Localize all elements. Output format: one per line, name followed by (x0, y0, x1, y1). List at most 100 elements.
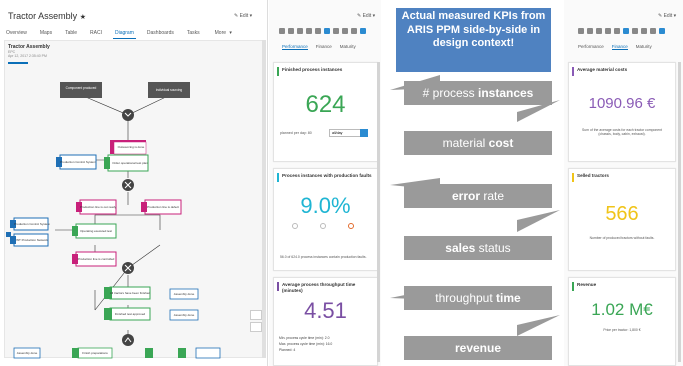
kpi-title: Finished process instances (282, 67, 343, 72)
headline-box: Actual measured KPIs from ARIS PPM side-… (396, 8, 551, 72)
kpi-note: Price per tractor: 1,800 € (603, 328, 641, 332)
kpi-title: Average process throughput time (minutes… (282, 282, 356, 293)
event-label: Component produced (66, 86, 97, 90)
annotation-arrows (390, 75, 560, 336)
tab-maturity[interactable]: Maturity (340, 44, 356, 50)
svg-text:Production Control System: Production Control System (60, 160, 96, 164)
svg-text:Production line is controlled: Production line is controlled (78, 257, 115, 261)
svg-text:Outsourcing is done: Outsourcing is done (118, 145, 145, 149)
tab-performance[interactable]: Performance (282, 44, 308, 50)
chart-icon[interactable] (324, 28, 330, 34)
diagram-scrollbar[interactable] (262, 40, 266, 358)
svg-text:Assembly done: Assembly done (17, 351, 38, 355)
smiley-neutral-icon (320, 223, 326, 229)
kpi-title: Revenue (577, 282, 597, 287)
download-icon[interactable] (596, 28, 602, 34)
kpi-card-revenue: Revenue 1.02 M€ Price per tractor: 1,800… (568, 277, 676, 366)
svg-text:WT Production Network: WT Production Network (16, 238, 48, 242)
event-label: Individual sourcing (156, 88, 183, 92)
kpi-card-material-costs: Average material costs 1090.96 € Sum of … (568, 62, 676, 162)
mid-scrollbar[interactable] (377, 62, 380, 362)
svg-text:Assembly done: Assembly done (174, 313, 195, 317)
svg-text:Order operational test plan: Order operational test plan (112, 161, 148, 165)
kpi-color-bar (277, 173, 279, 182)
filter-icon[interactable] (315, 28, 321, 34)
list-icon[interactable] (351, 28, 357, 34)
kpi-details: Min. process cycle time (min): 2.0 Max. … (279, 336, 333, 352)
filter-icon[interactable] (614, 28, 620, 34)
headline-text: Actual measured KPIs from ARIS PPM side-… (401, 10, 546, 49)
and-connector-2 (122, 334, 134, 346)
dropdown-button[interactable] (360, 129, 368, 137)
epc-diagram: Component produced Individual sourcing O… (6, 82, 221, 359)
zoom-out-button[interactable] (250, 322, 262, 332)
table-icon[interactable] (632, 28, 638, 34)
edit-menu-mid[interactable]: ✎ Edit ▾ (357, 13, 375, 19)
kpi-color-bar (572, 173, 574, 182)
export-icon[interactable] (342, 28, 348, 34)
kpi-title: Process instances with production faults (282, 173, 372, 178)
smiley-bad-icon (348, 223, 354, 229)
svg-text:Production line is defect: Production line is defect (147, 205, 179, 209)
right-scrollbar[interactable] (678, 62, 681, 362)
kpi-card-finished-instances: Finished process instances 624 planned p… (273, 62, 378, 162)
grid-icon[interactable] (360, 28, 366, 34)
label-error-rate: error rate (404, 184, 552, 208)
svg-text:Production Control System: Production Control System (14, 222, 50, 226)
download-icon[interactable] (297, 28, 303, 34)
smiley-good-icon (292, 223, 298, 229)
label-revenue: revenue (404, 336, 552, 360)
settings-icon[interactable] (306, 28, 312, 34)
kpi-card-production-faults: Process instances with production faults… (273, 168, 378, 271)
export-icon[interactable] (641, 28, 647, 34)
pin-icon[interactable] (288, 28, 294, 34)
grid-icon[interactable] (659, 28, 665, 34)
tab-finance[interactable]: Finance (611, 44, 628, 50)
kpi-subtabs-mid: Performance Finance Maturity (282, 44, 356, 50)
pin-icon[interactable] (587, 28, 593, 34)
tab-finance[interactable]: Finance (316, 44, 332, 50)
kpi-color-bar (572, 67, 574, 76)
kpi-title: Selled tractors (577, 173, 609, 178)
zoom-in-button[interactable] (250, 310, 262, 320)
svg-text:Finished test approved: Finished test approved (115, 312, 146, 316)
settings-icon[interactable] (605, 28, 611, 34)
svg-text:Operating executed test: Operating executed test (80, 229, 112, 233)
kpi-value: 566 (605, 203, 639, 225)
label-throughput-time: throughput time (404, 286, 552, 310)
kpi-color-bar (572, 282, 574, 291)
tab-maturity[interactable]: Maturity (636, 44, 652, 50)
svg-text:Assembly done: Assembly done (174, 292, 195, 296)
list-icon[interactable] (650, 28, 656, 34)
and-connector (122, 109, 134, 121)
kpi-note: Number of produced tractors without faul… (589, 236, 655, 240)
kpi-title: Average material costs (577, 67, 628, 72)
kpi-subtabs-right: Performance Finance Maturity (578, 44, 652, 50)
label-sales-status: sales status (404, 236, 552, 260)
kpi-value: 9.0% (300, 193, 351, 218)
label-process-instances: # process instances (404, 81, 552, 105)
pencil-icon: ✎ (357, 13, 362, 19)
kpi-note: 56.0 of 624.0 process instances contain … (280, 255, 367, 259)
kpi-value: 624 (305, 91, 346, 118)
chart-icon[interactable] (623, 28, 629, 34)
kpi-value: 1090.96 € (588, 95, 656, 112)
kpi-card-selled-tractors: Selled tractors 566 Number of produced t… (568, 168, 676, 271)
edit-menu-right[interactable]: ✎ Edit ▾ (658, 13, 676, 19)
event-component-produced (60, 82, 102, 98)
share-icon[interactable] (279, 28, 285, 34)
tab-performance[interactable]: Performance (578, 44, 604, 50)
traffic-lights (292, 223, 354, 229)
kpi-planned-label: planned per day: 80 (280, 131, 312, 135)
kpi-value: 1.02 M€ (591, 300, 653, 319)
panel-toolbar-mid (279, 28, 366, 34)
kpi-note: Sum of the average costs for each tracto… (582, 128, 662, 137)
share-icon[interactable] (578, 28, 584, 34)
svg-text:All tractors have been finishe: All tractors have been finished (110, 291, 151, 295)
kpi-card-throughput-time: Average process throughput time (minutes… (273, 277, 378, 366)
table-icon[interactable] (333, 28, 339, 34)
svg-text:Finish preparations: Finish preparations (82, 351, 108, 355)
svg-text:Production line is out ready: Production line is out ready (80, 205, 117, 209)
pencil-icon: ✎ (658, 13, 663, 19)
panel-toolbar-right (578, 28, 665, 34)
